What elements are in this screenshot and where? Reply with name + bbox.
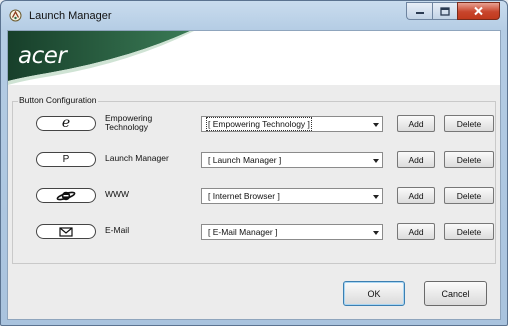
cancel-button[interactable]: Cancel xyxy=(424,281,487,306)
row-label-www: WWW xyxy=(105,189,130,199)
dropdown-arrow-icon[interactable] xyxy=(373,123,379,127)
minimize-button[interactable] xyxy=(406,2,432,20)
delete-button[interactable]: Delete xyxy=(444,187,494,204)
combo-value-text: [ Internet Browser ] xyxy=(208,191,280,201)
www-select[interactable]: [ Internet Browser ] xyxy=(201,188,383,204)
envelope-icon xyxy=(59,226,73,237)
title-bar[interactable]: Launch Manager xyxy=(1,1,507,31)
p-key-icon: P xyxy=(62,154,70,165)
email-key-button[interactable] xyxy=(36,224,96,239)
delete-button[interactable]: Delete xyxy=(444,223,494,240)
ok-button[interactable]: OK xyxy=(343,281,405,306)
row-label-launch-manager: Launch Manager xyxy=(105,153,169,163)
button-configuration-group: Button Configuration e Empowering Techno… xyxy=(12,95,496,264)
delete-button[interactable]: Delete xyxy=(444,115,494,132)
close-button[interactable] xyxy=(457,2,500,20)
launch-manager-window: Launch Manager acer Button Configuration… xyxy=(0,0,508,326)
dropdown-arrow-icon[interactable] xyxy=(373,159,379,163)
add-button[interactable]: Add xyxy=(397,223,435,240)
maximize-button[interactable] xyxy=(432,2,457,20)
config-row-email: E-Mail [ E-Mail Manager ] Add Delete xyxy=(13,222,495,242)
close-icon xyxy=(474,6,483,16)
dropdown-arrow-icon[interactable] xyxy=(373,195,379,199)
email-select[interactable]: [ E-Mail Manager ] xyxy=(201,224,383,240)
config-row-empowering: e Empowering Technology [ Empowering Tec… xyxy=(13,114,495,134)
dropdown-arrow-icon[interactable] xyxy=(373,231,379,235)
empowering-select[interactable]: [ Empowering Technology ] xyxy=(201,116,383,132)
combo-value-text: [ E-Mail Manager ] xyxy=(208,227,278,237)
delete-button[interactable]: Delete xyxy=(444,151,494,168)
group-legend: Button Configuration xyxy=(18,95,98,105)
internet-explorer-icon xyxy=(56,191,76,200)
client-area: acer Button Configuration e Empowering T… xyxy=(7,30,501,320)
e-icon: e xyxy=(61,114,71,131)
combo-value: [ Empowering Technology ] xyxy=(206,117,312,131)
row-label-email: E-Mail xyxy=(105,225,130,235)
window-title: Launch Manager xyxy=(29,10,112,22)
combo-value-text: [ Empowering Technology ] xyxy=(206,117,312,131)
empowering-key-button[interactable]: e xyxy=(36,114,96,131)
config-row-www: WWW [ Internet Browser ] Add Delete xyxy=(13,186,495,206)
settings-panel: Button Configuration e Empowering Techno… xyxy=(8,85,500,319)
www-key-button[interactable] xyxy=(36,188,96,203)
caption-buttons xyxy=(406,2,500,20)
row-label-empowering: Empowering Technology xyxy=(105,114,152,132)
acer-launch-icon xyxy=(9,9,22,22)
launch-manager-key-button[interactable]: P xyxy=(36,152,96,167)
maximize-icon xyxy=(440,6,450,16)
acer-banner: acer xyxy=(8,31,500,85)
add-button[interactable]: Add xyxy=(397,151,435,168)
combo-value-text: [ Launch Manager ] xyxy=(208,155,282,165)
row-label-line2: Technology xyxy=(105,122,149,132)
banner-background xyxy=(8,31,500,85)
minimize-icon xyxy=(415,12,424,14)
acer-logo: acer xyxy=(18,43,67,69)
launch-manager-select[interactable]: [ Launch Manager ] xyxy=(201,152,383,168)
add-button[interactable]: Add xyxy=(397,187,435,204)
add-button[interactable]: Add xyxy=(397,115,435,132)
config-row-launch-manager: P Launch Manager [ Launch Manager ] Add … xyxy=(13,150,495,170)
